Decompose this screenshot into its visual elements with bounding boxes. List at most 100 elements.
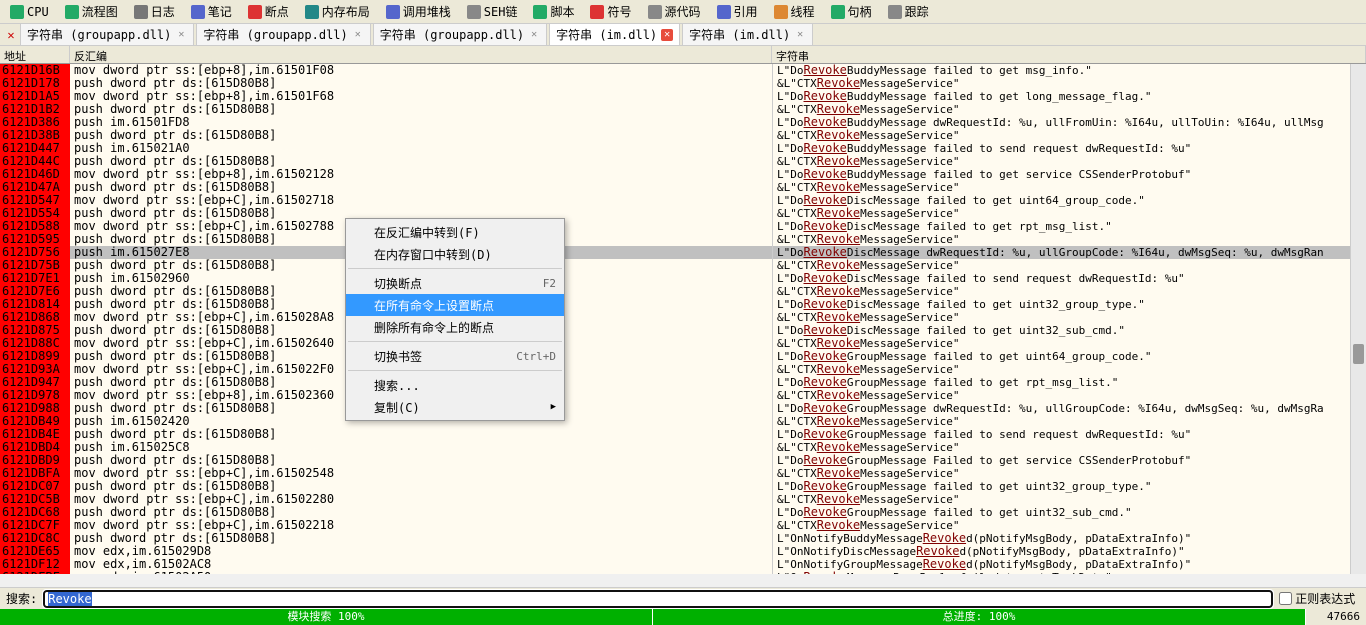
string-row[interactable]: L"DoRevokeGroupMessage dwRequestId: %u, … [773, 402, 1366, 415]
tool-trace[interactable]: 跟踪 [882, 1, 935, 22]
tool-log[interactable]: 日志 [128, 1, 181, 22]
string-row[interactable]: L"OnRevokeMessageRecvReply failed to get… [773, 571, 1366, 574]
string-row[interactable]: &L"CTXRevokeMessageService" [773, 233, 1366, 246]
tool-bp[interactable]: 断点 [242, 1, 295, 22]
string-row[interactable]: &L"CTXRevokeMessageService" [773, 285, 1366, 298]
menu-item[interactable]: 切换断点F2 [346, 272, 564, 294]
string-row[interactable]: L"DoRevokeBuddyMessage failed to get msg… [773, 64, 1366, 77]
tool-ref[interactable]: 引用 [711, 1, 764, 22]
string-row[interactable]: &L"CTXRevokeMessageService" [773, 77, 1366, 90]
src-icon [648, 5, 662, 19]
tab[interactable]: 字符串 (groupapp.dll)✕ [373, 23, 547, 46]
close-icon[interactable]: ✕ [352, 29, 364, 41]
string-row[interactable]: &L"CTXRevokeMessageService" [773, 519, 1366, 532]
string-row[interactable]: &L"CTXRevokeMessageService" [773, 337, 1366, 350]
address-cell: 6121DFBF [0, 571, 70, 574]
string-row[interactable]: L"DoRevokeGroupMessage Failed to get ser… [773, 454, 1366, 467]
string-row[interactable]: &L"CTXRevokeMessageService" [773, 155, 1366, 168]
string-row[interactable]: L"DoRevokeBuddyMessage failed to get ser… [773, 168, 1366, 181]
close-all-icon[interactable]: ✕ [4, 28, 18, 42]
mem-icon [305, 5, 319, 19]
string-pane[interactable]: L"DoRevokeBuddyMessage failed to get msg… [772, 64, 1366, 574]
tool-flow[interactable]: 流程图 [59, 1, 124, 22]
vertical-scrollbar[interactable] [1350, 64, 1366, 574]
string-row[interactable]: &L"CTXRevokeMessageService" [773, 493, 1366, 506]
tool-script[interactable]: 脚本 [527, 1, 580, 22]
string-row[interactable]: L"OnNotifyBuddyMessageRevoked(pNotifyMsg… [773, 532, 1366, 545]
string-row[interactable]: &L"CTXRevokeMessageService" [773, 181, 1366, 194]
tab[interactable]: 字符串 (im.dll)✕ [682, 23, 813, 46]
submenu-arrow-icon: ▶ [551, 402, 556, 412]
string-row[interactable]: L"DoRevokeGroupMessage failed to get uin… [773, 506, 1366, 519]
string-row[interactable]: &L"CTXRevokeMessageService" [773, 259, 1366, 272]
string-row[interactable]: &L"CTXRevokeMessageService" [773, 363, 1366, 376]
sym-icon [590, 5, 604, 19]
string-row[interactable]: L"DoRevokeBuddyMessage failed to send re… [773, 142, 1366, 155]
menu-item[interactable]: 搜索... [346, 374, 564, 396]
string-row[interactable]: L"DoRevokeDiscMessage failed to get uint… [773, 298, 1366, 311]
status-bar: 模块搜索 100% 总进度: 100% 47666 [0, 609, 1366, 625]
close-icon[interactable]: ✕ [175, 29, 187, 41]
string-row[interactable]: &L"CTXRevokeMessageService" [773, 129, 1366, 142]
tab[interactable]: 字符串 (groupapp.dll)✕ [196, 23, 370, 46]
string-row[interactable]: &L"CTXRevokeMessageService" [773, 207, 1366, 220]
menu-item[interactable]: 复制(C)▶ [346, 396, 564, 418]
string-row[interactable]: L"DoRevokeGroupMessage failed to send re… [773, 428, 1366, 441]
menu-item[interactable]: 在内存窗口中转到(D) [346, 243, 564, 265]
header-string[interactable]: 字符串 [772, 46, 1366, 63]
tool-mem[interactable]: 内存布局 [299, 1, 376, 22]
regex-check[interactable] [1279, 592, 1292, 605]
tool-stack[interactable]: 调用堆栈 [380, 1, 457, 22]
tab[interactable]: 字符串 (groupapp.dll)✕ [20, 23, 194, 46]
regex-checkbox[interactable]: 正则表达式 [1279, 590, 1355, 607]
tool-cpu[interactable]: CPU [4, 3, 55, 21]
ref-icon [717, 5, 731, 19]
close-icon[interactable]: ✕ [661, 29, 673, 41]
string-row[interactable]: &L"CTXRevokeMessageService" [773, 311, 1366, 324]
bp-icon [248, 5, 262, 19]
string-row[interactable]: &L"CTXRevokeMessageService" [773, 441, 1366, 454]
tool-note[interactable]: 笔记 [185, 1, 238, 22]
header-disassembly[interactable]: 反汇编 [70, 46, 772, 63]
tool-thread[interactable]: 线程 [768, 1, 821, 22]
header-address[interactable]: 地址 [0, 46, 70, 63]
string-row[interactable]: L"DoRevokeDiscMessage dwRequestId: %u, u… [773, 246, 1366, 259]
string-row[interactable]: L"DoRevokeBuddyMessage failed to get lon… [773, 90, 1366, 103]
menu-item[interactable]: 在反汇编中转到(F) [346, 221, 564, 243]
tool-sym[interactable]: 符号 [584, 1, 637, 22]
string-row[interactable]: L"DoRevokeDiscMessage failed to send req… [773, 272, 1366, 285]
string-row[interactable]: L"OnNotifyDiscMessageRevoked(pNotifyMsgB… [773, 545, 1366, 558]
menu-separator [348, 341, 562, 342]
main-content: 6121D16Bmov dword ptr ss:[ebp+8],im.6150… [0, 64, 1366, 574]
string-row[interactable]: &L"CTXRevokeMessageService" [773, 415, 1366, 428]
menu-item[interactable]: 在所有命令上设置断点 [346, 294, 564, 316]
mem-icon [350, 246, 368, 262]
string-row[interactable]: &L"CTXRevokeMessageService" [773, 467, 1366, 480]
string-row[interactable]: L"DoRevokeDiscMessage failed to get rpt_… [773, 220, 1366, 233]
close-icon[interactable]: ✕ [794, 29, 806, 41]
tool-handle[interactable]: 句柄 [825, 1, 878, 22]
string-row[interactable]: L"OnNotifyGroupMessageRevoked(pNotifyMsg… [773, 558, 1366, 571]
seh-icon [467, 5, 481, 19]
close-icon[interactable]: ✕ [528, 29, 540, 41]
string-row[interactable]: L"DoRevokeDiscMessage failed to get uint… [773, 324, 1366, 337]
string-row[interactable]: L"DoRevokeDiscMessage failed to get uint… [773, 194, 1366, 207]
string-row[interactable]: &L"CTXRevokeMessageService" [773, 389, 1366, 402]
string-row[interactable]: L"DoRevokeGroupMessage failed to get uin… [773, 480, 1366, 493]
bm-icon [350, 348, 368, 364]
tool-seh[interactable]: SEH链 [461, 1, 524, 22]
tab[interactable]: 字符串 (im.dll)✕ [549, 23, 680, 46]
string-row[interactable]: &L"CTXRevokeMessageService" [773, 103, 1366, 116]
tool-src[interactable]: 源代码 [642, 1, 707, 22]
menu-item[interactable]: 删除所有命令上的断点 [346, 316, 564, 338]
disasm-row[interactable]: 6121DFBFmov edx,im.61502A50 [0, 571, 772, 574]
log-icon [134, 5, 148, 19]
string-row[interactable]: L"DoRevokeGroupMessage failed to get uin… [773, 350, 1366, 363]
menu-item[interactable]: 切换书签Ctrl+D [346, 345, 564, 367]
string-row[interactable]: L"DoRevokeBuddyMessage dwRequestId: %u, … [773, 116, 1366, 129]
string-row[interactable]: L"DoRevokeGroupMessage failed to get rpt… [773, 376, 1366, 389]
status-count: 47666 [1306, 609, 1366, 625]
status-module: 模块搜索 100% [0, 609, 653, 625]
scroll-thumb[interactable] [1353, 344, 1364, 364]
search-input[interactable] [43, 590, 1273, 608]
